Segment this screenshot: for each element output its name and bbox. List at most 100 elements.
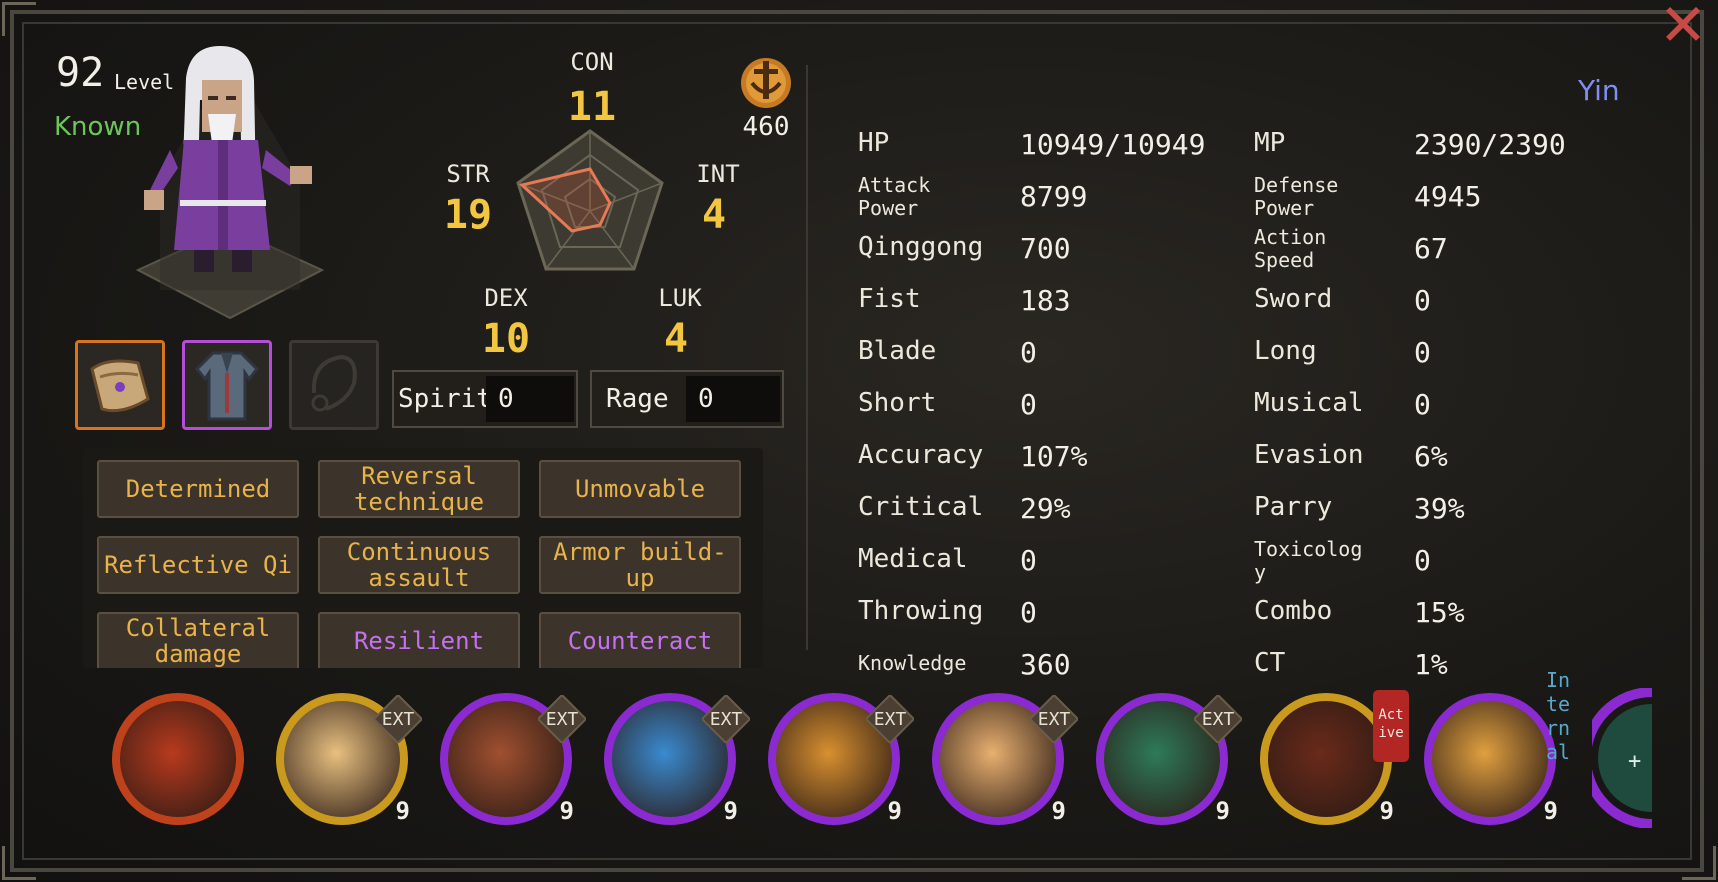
skill-artwork bbox=[1268, 701, 1384, 817]
ext-badge-text: EXT bbox=[709, 709, 743, 730]
left-stat-value: 10949/10949 bbox=[1020, 128, 1206, 161]
attribute-radar-chart bbox=[516, 129, 664, 271]
spirit-label: Spirit bbox=[398, 384, 492, 414]
ext-badge: EXT bbox=[700, 693, 752, 745]
right-stat-value: 15% bbox=[1414, 596, 1465, 629]
left-stat-value: 0 bbox=[1020, 544, 1037, 577]
right-stat-value: 2390/2390 bbox=[1414, 128, 1566, 161]
ext-badge-text: EXT bbox=[1037, 709, 1071, 730]
left-stat-value: 0 bbox=[1020, 388, 1037, 421]
right-stat-value: 4945 bbox=[1414, 180, 1482, 213]
left-stat-label: Qinggong bbox=[858, 232, 984, 262]
right-stat-label: Action Speed bbox=[1254, 225, 1327, 272]
left-stat-value: 107% bbox=[1020, 440, 1088, 473]
attr-con-value: 11 bbox=[567, 84, 617, 130]
skill-level: 9 bbox=[723, 797, 738, 825]
left-stat-value: 29% bbox=[1020, 492, 1071, 525]
radiant-strike-skill-icon[interactable]: EXT 9 bbox=[932, 693, 1080, 825]
right-stat-value: 0 bbox=[1414, 336, 1431, 369]
left-stat-value: 8799 bbox=[1020, 180, 1088, 213]
left-stat-label: Knowledge bbox=[858, 651, 967, 675]
active-badge-text: Act ive bbox=[1378, 707, 1404, 741]
right-stat-value: 0 bbox=[1414, 388, 1431, 421]
corner-ornament bbox=[2, 2, 36, 36]
skill-level: 9 bbox=[1215, 797, 1230, 825]
spirit-meter: Spirit 0 bbox=[392, 370, 578, 428]
equip-slot-accessory[interactable] bbox=[75, 340, 165, 430]
rage-value: 0 bbox=[686, 376, 780, 422]
scroll-bundle-icon bbox=[90, 359, 150, 413]
robe-armor-icon bbox=[194, 351, 260, 421]
right-stat-value: 67 bbox=[1414, 232, 1448, 265]
trait-tag[interactable]: Reversal technique bbox=[318, 460, 520, 518]
skill-level: 9 bbox=[395, 797, 410, 825]
rage-label: Rage bbox=[606, 384, 669, 414]
skill-level: 9 bbox=[1051, 797, 1066, 825]
right-stat-label: Long bbox=[1254, 336, 1317, 366]
active-skill-badge: Act ive bbox=[1373, 690, 1409, 762]
left-stat-label: Throwing bbox=[858, 596, 984, 626]
alignment-label: Yin bbox=[1578, 74, 1620, 107]
left-stat-label: Fist bbox=[858, 284, 921, 314]
trait-tag[interactable]: Resilient bbox=[318, 612, 520, 668]
trait-tag[interactable]: Armor build-up bbox=[539, 536, 741, 594]
ext-badge: EXT bbox=[1192, 693, 1244, 745]
left-stat-label: Short bbox=[858, 388, 937, 418]
flame-palm-skill-icon[interactable]: EXT 9 bbox=[276, 693, 424, 825]
trait-tag[interactable]: Determined bbox=[97, 460, 299, 518]
attr-luk-value: 4 bbox=[663, 316, 689, 362]
right-stat-value: 0 bbox=[1414, 284, 1431, 317]
right-stat-label: Toxicolog y bbox=[1254, 537, 1363, 584]
trait-tag[interactable]: Continuous assault bbox=[318, 536, 520, 594]
right-stat-label: Sword bbox=[1254, 284, 1333, 314]
spirit-value: 0 bbox=[486, 376, 574, 422]
ext-badge: EXT bbox=[372, 693, 424, 745]
elder-sage-portrait bbox=[135, 46, 325, 320]
attr-dex-label: DEX bbox=[484, 284, 528, 312]
equip-slot-armor[interactable] bbox=[182, 340, 272, 430]
trait-tag[interactable]: Reflective Qi bbox=[97, 536, 299, 594]
skill-level: 9 bbox=[887, 797, 902, 825]
close-icon[interactable]: ✕ bbox=[1656, 0, 1710, 54]
svg-text:+: + bbox=[1628, 749, 1641, 774]
ice-palm-skill-icon[interactable]: EXT 9 bbox=[604, 693, 752, 825]
right-stat-label: Combo bbox=[1254, 596, 1333, 626]
right-stat-value: 6% bbox=[1414, 440, 1448, 473]
ext-badge: EXT bbox=[864, 693, 916, 745]
clasped-hands-skill-icon[interactable]: EXT 9 bbox=[440, 693, 588, 825]
skill-level: 9 bbox=[1543, 797, 1558, 825]
skill-level: 9 bbox=[1379, 797, 1394, 825]
corner-ornament bbox=[2, 846, 36, 880]
right-stat-label: Musical bbox=[1254, 388, 1364, 418]
internal-badge-text: In te rn al bbox=[1545, 668, 1571, 764]
trait-tag[interactable]: Counteract bbox=[539, 612, 741, 668]
left-stat-label: Medical bbox=[858, 544, 968, 574]
skill-level: 9 bbox=[559, 797, 574, 825]
right-stat-label: CT bbox=[1254, 648, 1286, 678]
phoenix-seal-skill-icon[interactable] bbox=[112, 693, 244, 825]
rage-meter: Rage 0 bbox=[590, 370, 784, 428]
internal-skill-badge: In te rn al bbox=[1530, 668, 1586, 768]
level-number: 92 bbox=[56, 50, 105, 96]
right-stat-value: 39% bbox=[1414, 492, 1465, 525]
empty-necklace-slot-icon bbox=[311, 354, 357, 412]
right-stat-value: 1% bbox=[1414, 648, 1448, 681]
relationship-status: Known bbox=[54, 112, 142, 142]
ext-badge-text: EXT bbox=[381, 709, 415, 730]
partial-skill-icon[interactable]: + bbox=[1592, 688, 1652, 828]
golden-palm-skill-icon[interactable]: EXT 9 bbox=[768, 693, 916, 825]
right-stat-label: Defense Power bbox=[1254, 173, 1339, 220]
trait-tag[interactable]: Unmovable bbox=[539, 460, 741, 518]
ext-badge: EXT bbox=[1028, 693, 1080, 745]
right-stat-value: 0 bbox=[1414, 544, 1431, 577]
attr-dex-value: 10 bbox=[481, 316, 531, 362]
jade-palm-skill-icon[interactable]: EXT 9 bbox=[1096, 693, 1244, 825]
left-stat-value: 360 bbox=[1020, 648, 1071, 681]
sect-sword-emblem-icon bbox=[741, 58, 791, 108]
trait-tag[interactable]: Collateral damage bbox=[97, 612, 299, 668]
equip-slot-necklace[interactable] bbox=[289, 340, 379, 430]
left-stat-value: 0 bbox=[1020, 596, 1037, 629]
corner-ornament bbox=[1682, 846, 1716, 880]
ext-badge-text: EXT bbox=[545, 709, 579, 730]
attr-int-label: INT bbox=[696, 160, 740, 188]
